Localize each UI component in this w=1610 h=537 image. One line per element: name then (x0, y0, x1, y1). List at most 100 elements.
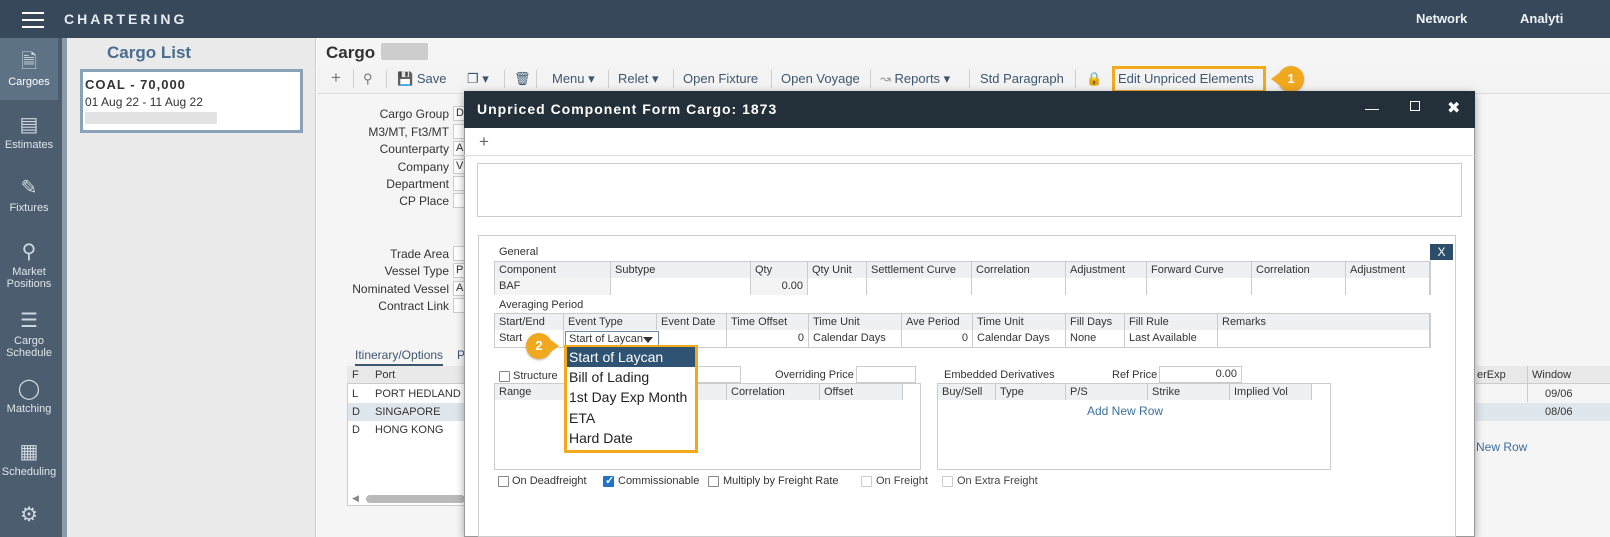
cell-forward-curve[interactable] (1147, 278, 1252, 295)
col-offset: Offset (820, 384, 903, 400)
sidebar-item-estimates[interactable]: ▤ Estimates (0, 113, 58, 163)
row-port[interactable]: SINGAPORE (375, 406, 440, 418)
cell-component[interactable]: BAF (495, 278, 611, 295)
on-extra-freight-label: On Extra Freight (957, 475, 1038, 487)
row-port[interactable]: PORT HEDLAND (375, 388, 461, 400)
cell-adjustment[interactable] (1066, 278, 1147, 295)
std-paragraph-button[interactable]: Std Paragraph (980, 71, 1064, 86)
embedded-derivatives-label: Embedded Derivatives (944, 369, 1055, 381)
cell-ave-period[interactable]: 0 (902, 330, 973, 347)
col-time-offset: Time Offset (727, 314, 809, 330)
col-adjustment: Adjustment (1066, 262, 1147, 278)
delete-button[interactable]: 🗑 (514, 71, 531, 87)
open-voyage-button[interactable]: Open Voyage (781, 71, 860, 86)
option-hard-date[interactable]: Hard Date (567, 428, 695, 448)
close-icon[interactable]: ✖ (1447, 98, 1460, 118)
on-deadfreight-label: On Deadfreight (512, 475, 587, 487)
cargo-card-title: COAL - 70,000 (85, 77, 186, 92)
label-cargo-group: Cargo Group (379, 107, 449, 121)
label-trade-area: Trade Area (390, 247, 449, 261)
sidebar-item-cargo-schedule[interactable]: ☰ Cargo Schedule (0, 309, 58, 365)
label-nominated-vessel: Nominated Vessel (352, 282, 449, 296)
topnav-network[interactable]: Network (1416, 11, 1467, 26)
menu-button[interactable]: Menu ▾ (552, 71, 595, 87)
cell-correlation[interactable] (972, 278, 1066, 295)
col-remarks: Remarks (1218, 314, 1430, 330)
on-extra-freight-checkbox[interactable] (942, 476, 953, 487)
label-contract-link: Contract Link (378, 299, 449, 313)
cell-time-offset[interactable]: 0 (727, 330, 809, 347)
sidebar-item-cargoes[interactable]: 🗎 Cargoes (0, 38, 58, 100)
minimize-icon[interactable]: — (1365, 100, 1379, 116)
trash-icon: 🗑 (514, 71, 531, 86)
open-fixture-button[interactable]: Open Fixture (683, 71, 758, 86)
option-start-of-laycan[interactable]: Start of Laycan (567, 347, 695, 367)
description-textarea[interactable] (477, 163, 1462, 217)
modal-title: Unpriced Component Form Cargo: 1873 (477, 101, 778, 117)
col-correlation-s: Correlation (727, 384, 820, 400)
save-icon: 💾 (397, 71, 414, 86)
copy-dropdown-button[interactable]: ❐ ▾ (467, 71, 489, 87)
cell-fill-days[interactable]: None (1066, 330, 1125, 347)
scroll-left-icon[interactable]: ◀ (352, 493, 359, 504)
sidebar-item-more[interactable]: ⚙ (0, 503, 58, 533)
sidebar-item-market-positions[interactable]: ⚲ Market Positions (0, 240, 58, 296)
col-strike: Strike (1148, 384, 1230, 400)
lock-icon[interactable]: 🔒 (1086, 71, 1102, 87)
option-bill-of-lading[interactable]: Bill of Lading (567, 367, 695, 387)
col-settlement-curve: Settlement Curve (867, 262, 972, 278)
on-freight-checkbox[interactable] (861, 476, 872, 487)
add-new-row-link[interactable]: Add New Row (1087, 404, 1163, 418)
maximize-icon[interactable] (1410, 101, 1420, 111)
cargo-toolbar (317, 66, 1610, 94)
row-f: D (352, 424, 360, 436)
cell-time-unit-2[interactable]: Calendar Days (973, 330, 1066, 347)
modal-toolbar (464, 128, 1475, 156)
cell-adjustment-2[interactable] (1346, 278, 1430, 295)
hamburger-menu-icon[interactable] (22, 12, 44, 28)
itinerary-header (347, 366, 465, 384)
cell-subtype[interactable] (611, 278, 751, 295)
structure-label: Structure (513, 370, 558, 382)
tab-itinerary-options[interactable]: Itinerary/Options (355, 348, 444, 366)
add-icon[interactable]: + (479, 132, 489, 152)
save-button[interactable]: 💾 Save (397, 71, 446, 87)
ref-price-input[interactable]: 0.00 (1159, 366, 1242, 383)
copy-icon: ❐ (467, 71, 479, 86)
cell-qty-unit[interactable] (808, 278, 867, 295)
itinerary-table (347, 366, 465, 506)
multiply-freight-rate-checkbox[interactable] (708, 476, 719, 487)
edit-unpriced-elements-button[interactable]: Edit Unpriced Elements (1118, 71, 1254, 86)
cell-correlation-2[interactable] (1252, 278, 1346, 295)
general-label: General (499, 246, 539, 258)
add-new-row-link[interactable]: New Row (1476, 440, 1527, 454)
overriding-price-input[interactable] (856, 366, 916, 383)
chevron-down-icon[interactable] (643, 337, 653, 343)
cell-remarks[interactable] (1218, 330, 1430, 347)
cell-settlement-curve[interactable] (867, 278, 972, 295)
structure-field[interactable] (696, 366, 741, 383)
cell-time-unit[interactable]: Calendar Days (809, 330, 902, 347)
cell-fill-rule[interactable]: Last Available (1125, 330, 1218, 347)
commissionable-checkbox[interactable] (603, 474, 614, 487)
structure-checkbox[interactable] (499, 371, 510, 382)
add-icon[interactable]: + (331, 68, 341, 88)
horizontal-scrollbar[interactable] (366, 495, 465, 503)
sidebar-item-fixtures[interactable]: ✎ Fixtures (0, 176, 58, 226)
sidebar-item-scheduling[interactable]: ▦ Scheduling (0, 440, 58, 490)
topnav-analytics[interactable]: Analyti (1520, 11, 1563, 26)
row-port[interactable]: HONG KONG (375, 424, 443, 436)
search-icon[interactable]: ⚲ (363, 71, 373, 87)
on-deadfreight-checkbox[interactable] (498, 476, 509, 487)
row-f: D (352, 406, 360, 418)
option-1st-day-exp-month[interactable]: 1st Day Exp Month (567, 387, 695, 407)
col-qty-unit: Qty Unit (808, 262, 867, 278)
relet-button[interactable]: Relet ▾ (618, 71, 659, 87)
reports-button[interactable]: ↝ Reports ▾ (880, 71, 950, 87)
redacted-id (381, 43, 428, 60)
sidebar-item-matching[interactable]: ◯ Matching (0, 377, 58, 427)
col-ps: P/S (1066, 384, 1148, 400)
remove-component-button[interactable]: X (1430, 244, 1453, 260)
cell-qty[interactable]: 0.00 (751, 278, 808, 295)
option-eta[interactable]: ETA (567, 408, 695, 428)
